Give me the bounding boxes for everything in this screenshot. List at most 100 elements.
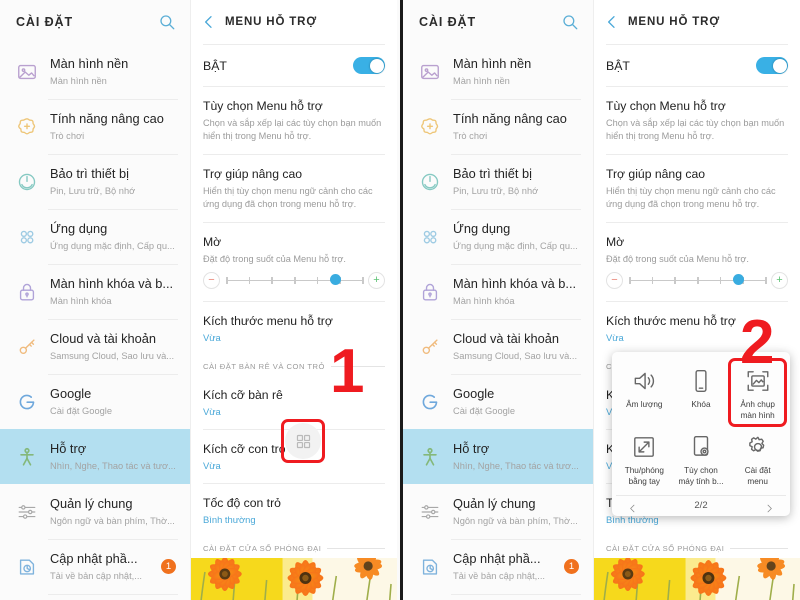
apps-dots-icon xyxy=(10,220,44,254)
sidebar-item-6[interactable]: Cloud và tài khoản Samsung Cloud, Sao lưu… xyxy=(0,319,190,374)
sidebar-item-1[interactable]: Màn hình nền Màn hình nền xyxy=(403,44,593,99)
decrease-button[interactable]: − xyxy=(606,271,623,289)
sidebar-item-sublabel: Pin, Lưu trữ, Bộ nhớ xyxy=(50,186,136,196)
sidebar-item-text: Cloud và tài khoản Samsung Cloud, Sao lưu… xyxy=(453,330,593,363)
row-assistant-menu-options[interactable]: Tùy chọn Menu hỗ trợ Chọn và sắp xếp lại… xyxy=(594,87,800,154)
divider xyxy=(451,594,581,595)
row-assistant-menu-options[interactable]: Tùy chọn Menu hỗ trợ Chọn và sắp xếp lại… xyxy=(191,87,397,154)
orange-gerbera-daisies-photo xyxy=(191,557,397,600)
row-subtitle: Chọn và sắp xếp lại các tùy chọn bạn muố… xyxy=(203,118,382,141)
row-value: Vừa xyxy=(203,405,221,417)
sidebar-item-4[interactable]: Ứng dụng Ứng dụng mặc định, Cấp qu... xyxy=(403,209,593,264)
slider-track[interactable] xyxy=(629,273,767,287)
refresh-circle-icon xyxy=(413,165,447,199)
toggle-knob xyxy=(369,58,384,73)
sidebar-item-3[interactable]: Bảo trì thiết bị Pin, Lưu trữ, Bộ nhớ xyxy=(0,154,190,209)
row-title: Kích thước menu hỗ trợ xyxy=(203,313,333,328)
sidebar-item-3[interactable]: Bảo trì thiết bị Pin, Lưu trữ, Bộ nhớ xyxy=(403,154,593,209)
toggle-switch[interactable] xyxy=(353,57,385,74)
sidebar-item-sublabel: Trò chơi xyxy=(50,131,85,141)
page-title: CÀI ĐẶT xyxy=(419,15,476,29)
assistant-menu-item-1[interactable]: Âm lượng xyxy=(616,360,673,426)
assistant-menu-item-6[interactable]: Cài đặt menu xyxy=(729,426,786,492)
divider xyxy=(451,374,581,375)
divider xyxy=(451,154,581,155)
toggle-switch[interactable] xyxy=(756,57,788,74)
sidebar-item-1[interactable]: Màn hình nền Màn hình nền xyxy=(0,44,190,99)
chevron-left-icon[interactable] xyxy=(604,14,620,30)
slider-tick xyxy=(294,276,296,284)
slider-tick xyxy=(248,276,251,284)
section-header-label: CÀI ĐẶT BÀN RÊ VÀ CON TRỎ xyxy=(203,361,325,371)
assistant-menu-pager: 2/2 xyxy=(616,495,786,516)
sidebar-item-sublabel: Ứng dụng mặc định, Cấp qu... xyxy=(50,241,175,251)
sidebar-item-2[interactable]: Tính năng nâng cao Trò chơi xyxy=(0,99,190,154)
sidebar-item-text: Màn hình nền Màn hình nền xyxy=(453,55,593,88)
sidebar-item-text: Quản lý chung Ngôn ngữ và bàn phím, Thờ..… xyxy=(50,495,190,528)
transparency-slider-row[interactable]: − + xyxy=(191,268,397,301)
sidebar-item-7[interactable]: Google Cài đặt Google xyxy=(403,374,593,429)
sidebar-item-sublabel: Ngôn ngữ và bàn phím, Thờ... xyxy=(453,516,578,526)
sidebar-item-5[interactable]: Màn hình khóa và b... Màn hình khóa xyxy=(0,264,190,319)
row-title: Mờ xyxy=(606,235,625,249)
detail-header: MENU HỖ TRỢ xyxy=(191,0,397,44)
chevron-right-icon[interactable] xyxy=(765,501,774,513)
sidebar-item-5[interactable]: Màn hình khóa và b... Màn hình khóa xyxy=(403,264,593,319)
sidebar-item-10[interactable]: Cập nhật phầ... Tải về bản cập nhật,... 1 xyxy=(0,539,190,594)
increase-button[interactable]: + xyxy=(771,271,788,289)
settings-sidebar-left: CÀI ĐẶT Màn hình nền Màn hình nền Tính năn… xyxy=(0,0,190,600)
slider-thumb[interactable] xyxy=(732,274,744,285)
divider xyxy=(48,539,178,540)
flower-gear-icon xyxy=(10,110,44,144)
sidebar-item-text: Màn hình nền Màn hình nền xyxy=(50,55,190,88)
sidebar-item-11[interactable]: Sách hướng dẫn sử...Sách hướng dẫn sử dụ… xyxy=(0,594,190,600)
row-advanced-assist[interactable]: Trợ giúp nâng cao Hiển thị tùy chọn menu… xyxy=(191,155,397,222)
sidebar-item-label: Cloud và tài khoản xyxy=(50,331,156,346)
toggle-label: BẬT xyxy=(606,58,630,73)
sidebar-item-text: Bảo trì thiết bị Pin, Lưu trữ, Bộ nhớ xyxy=(50,165,190,198)
row-subtitle: Hiển thị tùy chọn menu ngữ cảnh cho các … xyxy=(606,186,776,209)
sidebar-item-10[interactable]: Cập nhật phầ... Tải về bản cập nhật,... 1 xyxy=(403,539,593,594)
sidebar-item-8[interactable]: Hỗ trợ Nhìn, Nghe, Thao tác và tươ... xyxy=(403,429,593,484)
sliders-icon xyxy=(413,495,447,529)
transparency-slider-row[interactable]: − + xyxy=(594,268,800,301)
page-title: CÀI ĐẶT xyxy=(16,15,73,29)
sidebar-item-9[interactable]: Quản lý chung Ngôn ngữ và bàn phím, Thờ..… xyxy=(0,484,190,539)
divider xyxy=(451,99,581,100)
page-indicator: 2/2 xyxy=(694,500,708,511)
search-icon[interactable] xyxy=(158,13,176,31)
chevron-left-icon[interactable] xyxy=(201,14,217,30)
sidebar-item-6[interactable]: Cloud và tài khoản Samsung Cloud, Sao lưu… xyxy=(403,319,593,374)
assistant-menu-item-5[interactable]: Tùy chọn máy tính b... xyxy=(673,426,730,492)
picture-icon xyxy=(413,55,447,89)
search-icon[interactable] xyxy=(561,13,579,31)
highlight-box-floating-button xyxy=(281,419,325,463)
row-pointer-speed[interactable]: Tốc độ con trỏ Bình thường xyxy=(191,484,397,537)
phone-lock-icon xyxy=(688,366,714,396)
sidebar-item-sublabel: Nhìn, Nghe, Thao tác và tươ... xyxy=(453,461,579,471)
sidebar-item-7[interactable]: Google Cài đặt Google xyxy=(0,374,190,429)
assistant-menu-toggle-row[interactable]: BẬT xyxy=(594,45,800,86)
sidebar-item-9[interactable]: Quản lý chung Ngôn ngữ và bàn phím, Thờ..… xyxy=(403,484,593,539)
assistant-menu-item-label: Khóa xyxy=(691,400,711,409)
increase-button[interactable]: + xyxy=(368,271,385,289)
slider-thumb[interactable] xyxy=(329,274,341,285)
apps-dots-icon xyxy=(413,220,447,254)
chevron-left-icon[interactable] xyxy=(628,501,637,513)
sidebar-item-11[interactable]: Sách hướng dẫn sử...Sách hướng dẫn sử dụ… xyxy=(403,594,593,600)
assistant-menu-item-4[interactable]: Thu/phóng bằng tay xyxy=(616,426,673,492)
assistant-menu-toggle-row[interactable]: BẬT xyxy=(191,45,397,86)
sidebar-item-4[interactable]: Ứng dụng Ứng dụng mặc định, Cấp qu... xyxy=(0,209,190,264)
row-assistant-menu-size[interactable]: Kích thước menu hỗ trợ Vừa xyxy=(191,302,397,355)
detail-title: MENU HỖ TRỢ xyxy=(628,16,720,28)
lock-icon xyxy=(413,275,447,309)
decrease-button[interactable]: − xyxy=(203,271,220,289)
row-advanced-assist[interactable]: Trợ giúp nâng cao Hiển thị tùy chọn menu… xyxy=(594,155,800,222)
assistant-menu-item-2[interactable]: Khóa xyxy=(673,360,730,426)
sliders-icon xyxy=(10,495,44,529)
slider-track[interactable] xyxy=(226,273,364,287)
sidebar-item-8[interactable]: Hỗ trợ Nhìn, Nghe, Thao tác và tươ... xyxy=(0,429,190,484)
slider-tick xyxy=(765,276,767,284)
sidebar-item-label: Ứng dụng xyxy=(50,221,108,236)
sidebar-item-2[interactable]: Tính năng nâng cao Trò chơi xyxy=(403,99,593,154)
